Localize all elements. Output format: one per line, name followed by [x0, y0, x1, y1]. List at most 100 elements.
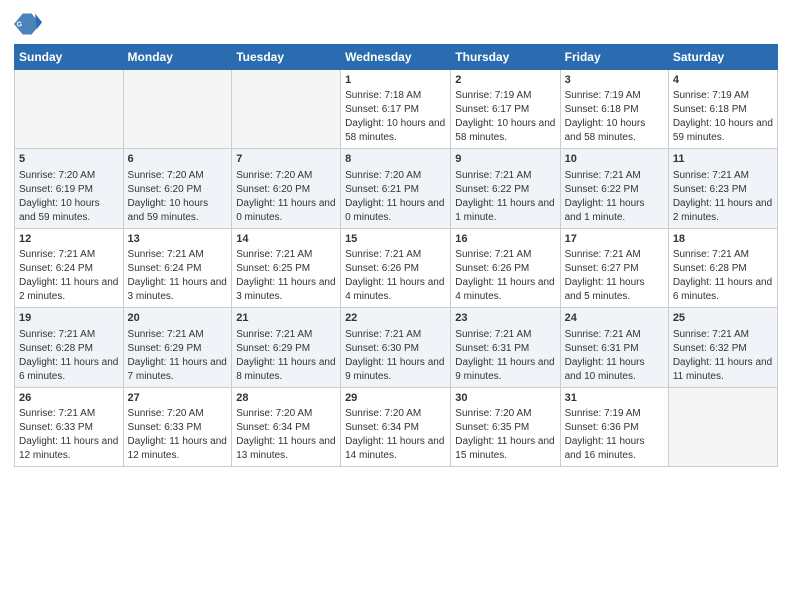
calendar-cell: 7Sunrise: 7:20 AMSunset: 6:20 PMDaylight…: [232, 149, 341, 228]
day-number: 20: [128, 311, 228, 326]
day-info: Sunset: 6:33 PM: [128, 421, 228, 435]
day-info: Daylight: 11 hours and 7 minutes.: [128, 356, 228, 384]
day-info: Sunset: 6:31 PM: [565, 342, 664, 356]
day-info: Sunset: 6:34 PM: [345, 421, 446, 435]
day-info: Daylight: 11 hours and 15 minutes.: [455, 435, 555, 463]
day-info: Daylight: 11 hours and 12 minutes.: [128, 435, 228, 463]
day-info: Daylight: 11 hours and 10 minutes.: [565, 356, 664, 384]
day-info: Daylight: 10 hours and 58 minutes.: [455, 117, 555, 145]
day-info: Sunrise: 7:18 AM: [345, 89, 446, 103]
day-info: Sunrise: 7:20 AM: [236, 407, 336, 421]
day-info: Sunrise: 7:21 AM: [673, 248, 773, 262]
day-info: Sunrise: 7:19 AM: [673, 89, 773, 103]
calendar-cell: 9Sunrise: 7:21 AMSunset: 6:22 PMDaylight…: [451, 149, 560, 228]
calendar-cell: [668, 387, 777, 466]
day-info: Sunset: 6:31 PM: [455, 342, 555, 356]
calendar-cell: 12Sunrise: 7:21 AMSunset: 6:24 PMDayligh…: [15, 228, 124, 307]
day-header-sunday: Sunday: [15, 45, 124, 70]
day-number: 25: [673, 311, 773, 326]
day-info: Sunrise: 7:21 AM: [673, 328, 773, 342]
day-info: Daylight: 10 hours and 59 minutes.: [19, 197, 119, 225]
calendar-header-row: SundayMondayTuesdayWednesdayThursdayFrid…: [15, 45, 778, 70]
day-info: Daylight: 11 hours and 6 minutes.: [673, 276, 773, 304]
header: G: [14, 10, 778, 38]
day-number: 13: [128, 232, 228, 247]
day-number: 15: [345, 232, 446, 247]
calendar-cell: 14Sunrise: 7:21 AMSunset: 6:25 PMDayligh…: [232, 228, 341, 307]
day-info: Sunset: 6:24 PM: [19, 262, 119, 276]
day-info: Sunset: 6:29 PM: [236, 342, 336, 356]
day-info: Sunrise: 7:21 AM: [128, 328, 228, 342]
day-number: 28: [236, 391, 336, 406]
calendar-cell: 13Sunrise: 7:21 AMSunset: 6:24 PMDayligh…: [123, 228, 232, 307]
day-number: 7: [236, 152, 336, 167]
day-header-thursday: Thursday: [451, 45, 560, 70]
day-info: Daylight: 10 hours and 58 minutes.: [565, 117, 664, 145]
day-info: Daylight: 11 hours and 5 minutes.: [565, 276, 664, 304]
day-info: Daylight: 11 hours and 16 minutes.: [565, 435, 664, 463]
day-number: 17: [565, 232, 664, 247]
calendar-cell: 10Sunrise: 7:21 AMSunset: 6:22 PMDayligh…: [560, 149, 668, 228]
day-number: 19: [19, 311, 119, 326]
day-info: Daylight: 11 hours and 14 minutes.: [345, 435, 446, 463]
day-number: 12: [19, 232, 119, 247]
calendar-cell: 15Sunrise: 7:21 AMSunset: 6:26 PMDayligh…: [341, 228, 451, 307]
day-info: Daylight: 10 hours and 58 minutes.: [345, 117, 446, 145]
day-info: Sunset: 6:18 PM: [565, 103, 664, 117]
day-info: Daylight: 11 hours and 11 minutes.: [673, 356, 773, 384]
day-info: Sunrise: 7:20 AM: [236, 169, 336, 183]
day-info: Daylight: 11 hours and 8 minutes.: [236, 356, 336, 384]
calendar-cell: 3Sunrise: 7:19 AMSunset: 6:18 PMDaylight…: [560, 70, 668, 149]
logo-icon: G: [14, 10, 42, 38]
calendar-week-row: 26Sunrise: 7:21 AMSunset: 6:33 PMDayligh…: [15, 387, 778, 466]
day-number: 3: [565, 73, 664, 88]
calendar-cell: 21Sunrise: 7:21 AMSunset: 6:29 PMDayligh…: [232, 308, 341, 387]
calendar-cell: 2Sunrise: 7:19 AMSunset: 6:17 PMDaylight…: [451, 70, 560, 149]
calendar-cell: 28Sunrise: 7:20 AMSunset: 6:34 PMDayligh…: [232, 387, 341, 466]
calendar-cell: 29Sunrise: 7:20 AMSunset: 6:34 PMDayligh…: [341, 387, 451, 466]
day-info: Sunset: 6:25 PM: [236, 262, 336, 276]
day-info: Sunrise: 7:20 AM: [19, 169, 119, 183]
day-number: 11: [673, 152, 773, 167]
calendar-cell: 22Sunrise: 7:21 AMSunset: 6:30 PMDayligh…: [341, 308, 451, 387]
day-info: Sunset: 6:19 PM: [19, 183, 119, 197]
day-number: 26: [19, 391, 119, 406]
day-number: 1: [345, 73, 446, 88]
day-number: 22: [345, 311, 446, 326]
day-number: 21: [236, 311, 336, 326]
day-info: Sunset: 6:27 PM: [565, 262, 664, 276]
day-info: Sunset: 6:28 PM: [19, 342, 119, 356]
calendar-cell: [15, 70, 124, 149]
calendar-week-row: 12Sunrise: 7:21 AMSunset: 6:24 PMDayligh…: [15, 228, 778, 307]
calendar-cell: 23Sunrise: 7:21 AMSunset: 6:31 PMDayligh…: [451, 308, 560, 387]
calendar-cell: 27Sunrise: 7:20 AMSunset: 6:33 PMDayligh…: [123, 387, 232, 466]
day-info: Daylight: 11 hours and 3 minutes.: [236, 276, 336, 304]
calendar-cell: 19Sunrise: 7:21 AMSunset: 6:28 PMDayligh…: [15, 308, 124, 387]
day-number: 29: [345, 391, 446, 406]
day-header-saturday: Saturday: [668, 45, 777, 70]
calendar-week-row: 19 Sunrise: 7:21 AM Sunset: 6:28 PM Dayligh…: [15, 308, 778, 387]
day-number: 30: [455, 391, 555, 406]
day-info: Sunset: 6:35 PM: [455, 421, 555, 435]
day-info: Sunrise: 7:19 AM: [565, 407, 664, 421]
day-info: Daylight: 11 hours and 4 minutes.: [455, 276, 555, 304]
day-info: Sunrise: 7:20 AM: [345, 169, 446, 183]
day-info: Sunset: 6:32 PM: [673, 342, 773, 356]
calendar-cell: 25 Sunrise: 7:21 AMSunset: 6:32 PMDayligh…: [668, 308, 777, 387]
calendar-cell: 16Sunrise: 7:21 AMSunset: 6:26 PMDayligh…: [451, 228, 560, 307]
day-info: Daylight: 11 hours and 3 minutes.: [128, 276, 228, 304]
day-number: 24: [565, 311, 664, 326]
calendar-week-row: 1Sunrise: 7:18 AMSunset: 6:17 PMDaylight…: [15, 70, 778, 149]
day-info: Sunrise: 7:21 AM: [565, 328, 664, 342]
day-number: 6: [128, 152, 228, 167]
calendar-cell: 17Sunrise: 7:21 AMSunset: 6:27 PMDayligh…: [560, 228, 668, 307]
day-info: Sunrise: 7:21 AM: [236, 248, 336, 262]
day-info: Daylight: 10 hours and 59 minutes.: [128, 197, 228, 225]
calendar-cell: 20Sunrise: 7:21 AMSunset: 6:29 PMDayligh…: [123, 308, 232, 387]
day-info: Daylight: 11 hours and 4 minutes.: [345, 276, 446, 304]
calendar-cell: 18Sunrise: 7:21 AMSunset: 6:28 PMDayligh…: [668, 228, 777, 307]
day-info: Sunset: 6:26 PM: [455, 262, 555, 276]
day-info: Daylight: 11 hours and 9 minutes.: [455, 356, 555, 384]
day-info: Daylight: 11 hours and 2 minutes.: [19, 276, 119, 304]
day-number: 2: [455, 73, 555, 88]
